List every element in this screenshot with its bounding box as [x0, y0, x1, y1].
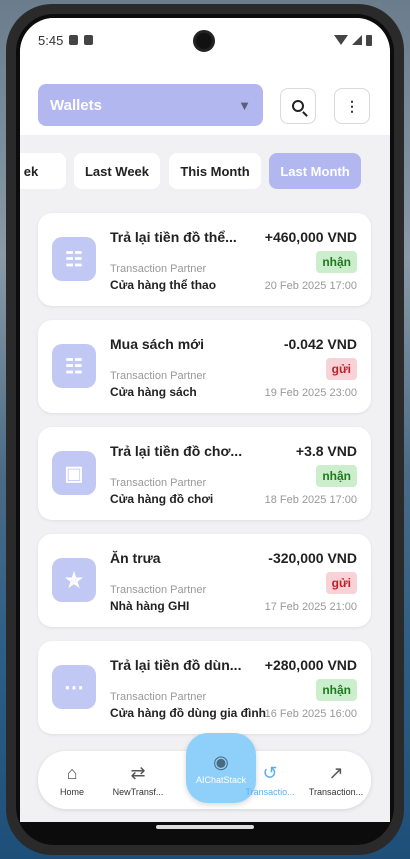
transaction-partner-label: Transaction Partner [110, 584, 207, 596]
more-options-button[interactable]: ⋮ [334, 88, 370, 124]
search-icon [292, 100, 304, 112]
transaction-card[interactable]: ☷ Trả lại tiền đồ thể... +460,000 VND nh… [38, 213, 371, 306]
transaction-partner: Cửa hàng đồ dùng gia đình [110, 706, 267, 720]
transaction-amount: +3.8 VND [295, 443, 357, 459]
transaction-type-badge: nhận [316, 465, 357, 487]
transaction-partner: Cửa hàng thể thao [110, 278, 217, 292]
more-vertical-icon: ⋮ [345, 98, 359, 114]
wallet-dropdown[interactable]: Wallets ▼ [38, 84, 263, 126]
app-bar: Wallets ▼ ⋮ [20, 62, 390, 135]
filter-chip-last-month[interactable]: Last Month [269, 153, 361, 189]
status-time: 5:45 [38, 32, 64, 48]
transaction-amount: +460,000 VND [264, 229, 357, 245]
nav-item-home[interactable]: ⌂ Home [40, 763, 104, 797]
transaction-title: Mua sách mới [110, 336, 204, 352]
notification-icon [69, 35, 79, 45]
filter-chip-label: Last Week [84, 163, 150, 179]
transaction-date: 19 Feb 2025 23:00 [264, 387, 357, 399]
transaction-title: Trả lại tiền đồ thể... [110, 229, 237, 245]
swap-icon: ⇄ [130, 763, 146, 783]
nav-label: Transactio... [245, 787, 295, 797]
nav-label: Home [59, 787, 84, 797]
transaction-title: Trả lại tiền đồ chơ... [110, 443, 243, 459]
transaction-type-badge: gửi [325, 358, 357, 380]
transaction-partner: Cửa hàng đồ chơi [110, 492, 214, 506]
wallet-dropdown-label: Wallets [50, 96, 102, 114]
chart-icon: ↗ [328, 763, 344, 783]
gamepad-icon: ☷ [52, 237, 96, 281]
wifi-icon [334, 35, 348, 45]
bottom-navigation: ⌂ Home ⇄ NewTransf... ◉ AIChatStack ↺ Tr… [38, 733, 371, 809]
transaction-title: Ăn trưa [110, 550, 161, 566]
phone-frame: 5:45 Wallets ▼ ⋮ ek Last Week This Month… [6, 4, 404, 855]
transaction-card[interactable]: ☷ Mua sách mới -0.042 VND gửi Transactio… [38, 320, 371, 413]
transaction-type-badge: gửi [325, 572, 357, 594]
chat-icon: ◉ [213, 751, 229, 772]
app-screen: 5:45 Wallets ▼ ⋮ ek Last Week This Month… [20, 18, 390, 822]
transaction-date: 16 Feb 2025 16:00 [264, 708, 357, 720]
transaction-card[interactable]: ✯ Ăn trưa -320,000 VND gửi Transaction P… [38, 534, 371, 627]
transaction-partner: Cửa hàng sách [110, 385, 197, 399]
transaction-card[interactable]: ▣ Trả lại tiền đồ chơ... +3.8 VND nhận T… [38, 427, 371, 520]
transaction-date: 17 Feb 2025 21:00 [264, 601, 357, 613]
search-button[interactable] [280, 88, 316, 124]
nav-item-new-transfer[interactable]: ⇄ NewTransf... [106, 763, 170, 797]
filter-chip-label: This Month [180, 163, 250, 179]
transaction-partner-label: Transaction Partner [110, 263, 207, 275]
transaction-partner: Nhà hàng GHI [110, 599, 190, 613]
cart-icon: ▣ [52, 451, 96, 495]
filter-chip-partial[interactable]: ek [20, 153, 66, 189]
home-icon: ⌂ [66, 763, 78, 783]
filter-chip-label: Last Month [280, 163, 350, 179]
more-horizontal-icon: ⋯ [52, 665, 96, 709]
transaction-type-badge: nhận [316, 679, 357, 701]
transaction-partner-label: Transaction Partner [110, 477, 207, 489]
chevron-down-icon: ▼ [238, 97, 251, 113]
transaction-partner-label: Transaction Partner [110, 691, 207, 703]
transaction-partner-label: Transaction Partner [110, 370, 207, 382]
phone-bezel: 5:45 Wallets ▼ ⋮ ek Last Week This Month… [16, 14, 394, 845]
nav-label: NewTransf... [112, 787, 164, 797]
filter-chip-this-month[interactable]: This Month [169, 153, 261, 189]
battery-icon [366, 34, 372, 46]
signal-icon [352, 35, 362, 45]
gamepad-icon: ☷ [52, 344, 96, 388]
status-bar: 5:45 [20, 18, 390, 62]
transaction-type-badge: nhận [316, 251, 357, 273]
transaction-amount: -0.042 VND [283, 336, 357, 352]
history-icon: ↺ [262, 763, 278, 783]
transaction-date: 18 Feb 2025 17:00 [264, 494, 357, 506]
time-filter-bar: ek Last Week This Month Last Month [20, 135, 390, 207]
transaction-date: 20 Feb 2025 17:00 [264, 280, 357, 292]
home-indicator[interactable] [156, 825, 254, 829]
transaction-title: Trả lại tiền đồ dùn... [110, 657, 242, 673]
camera-cutout [193, 30, 215, 52]
transaction-amount: -320,000 VND [268, 550, 357, 566]
nav-label: Transaction... [308, 787, 364, 797]
transaction-card[interactable]: ⋯ Trả lại tiền đồ dùn... +280,000 VND nh… [38, 641, 371, 734]
nav-item-transaction-history[interactable]: ↺ Transactio... [238, 763, 302, 797]
filter-chip-label: ek [23, 163, 39, 179]
transaction-amount: +280,000 VND [264, 657, 357, 673]
sd-card-icon [84, 35, 94, 45]
cutlery-icon: ✯ [52, 558, 96, 602]
nav-item-transaction-stats[interactable]: ↗ Transaction... [304, 763, 368, 797]
filter-chip-last-week[interactable]: Last Week [74, 153, 160, 189]
